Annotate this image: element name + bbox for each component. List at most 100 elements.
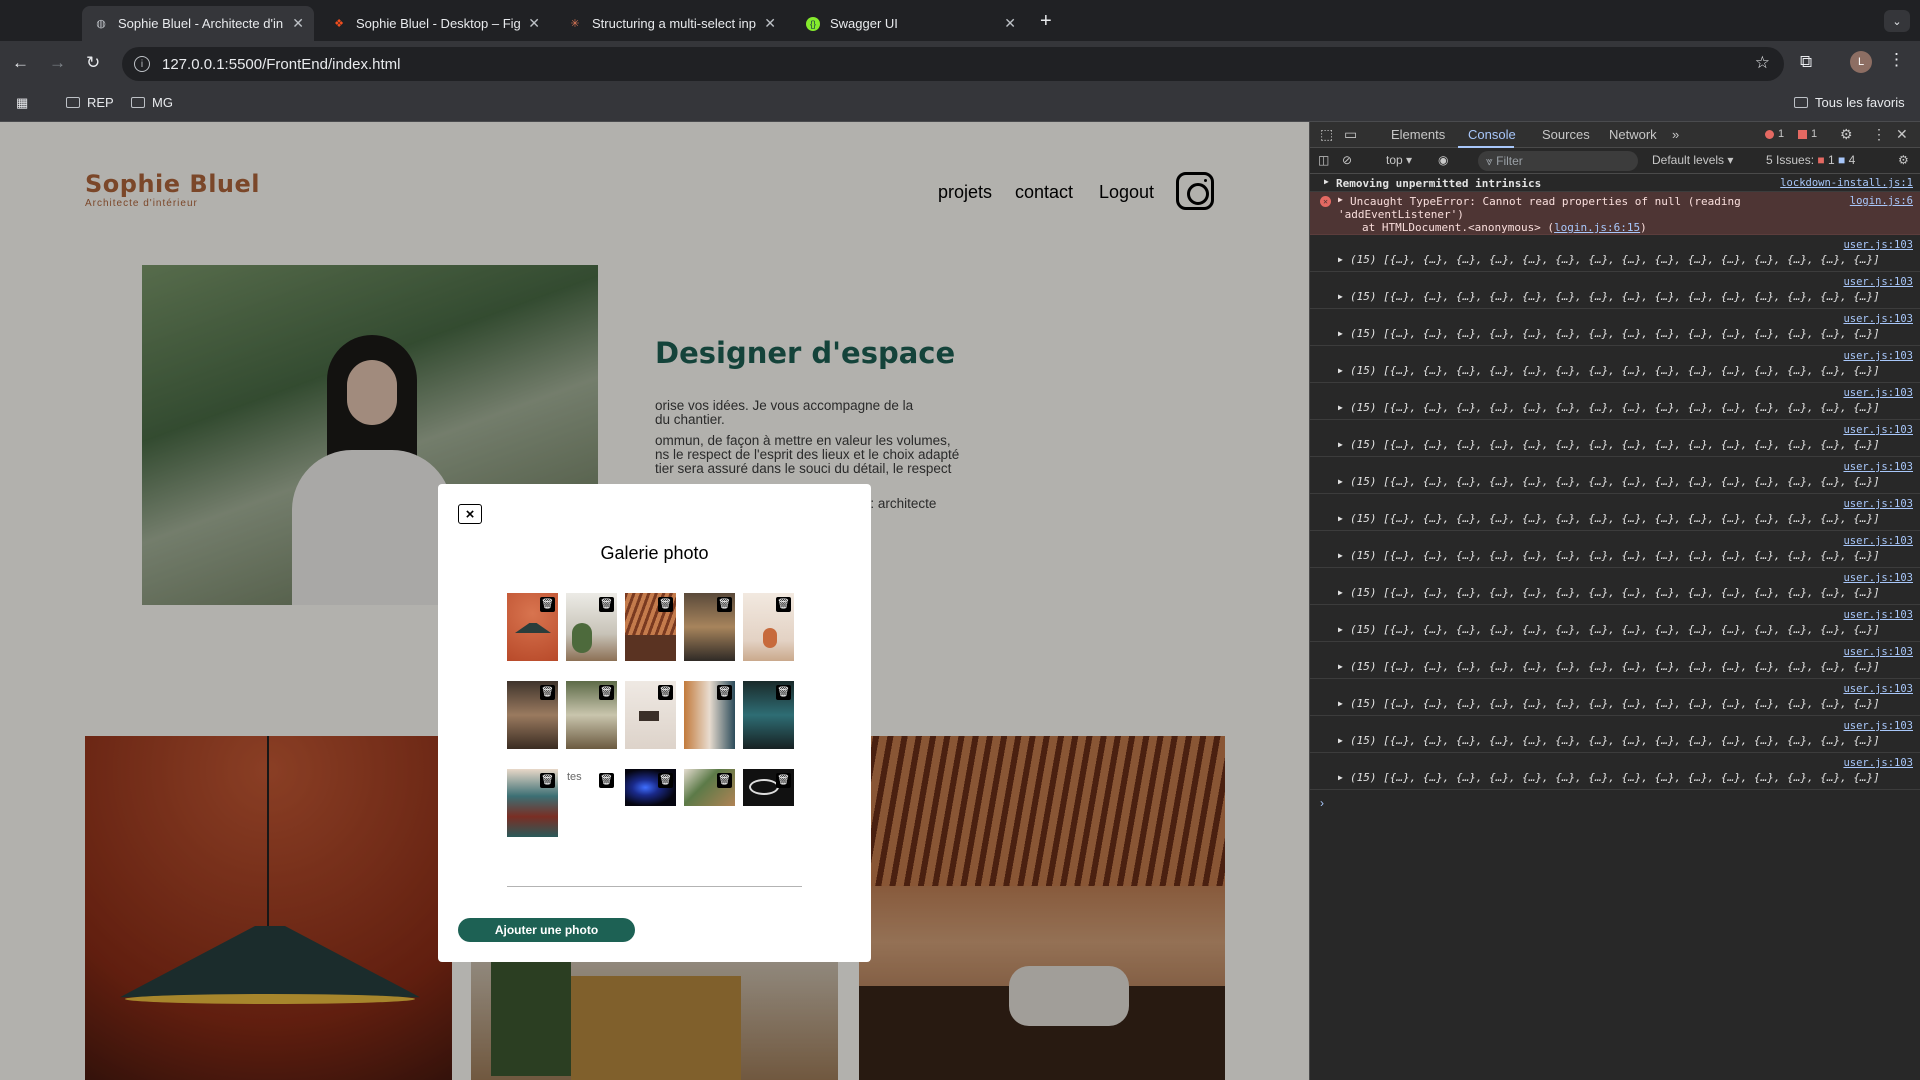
expand-arrow-icon[interactable]: ▶ bbox=[1338, 440, 1343, 449]
trash-icon[interactable]: 🗑 bbox=[540, 685, 555, 700]
console-settings-icon[interactable]: ⚙ bbox=[1898, 153, 1909, 167]
console-log-line[interactable]: user.js:103 ▶ (15) [{…}, {…}, {…}, {…}, {…… bbox=[1310, 309, 1920, 346]
tab-elements[interactable]: Elements bbox=[1391, 127, 1445, 142]
console-log-line[interactable]: user.js:103 ▶ (15) [{…}, {…}, {…}, {…}, {…… bbox=[1310, 642, 1920, 679]
close-tab-icon[interactable]: ✕ bbox=[292, 15, 304, 32]
log-source-link[interactable]: user.js:103 bbox=[1843, 313, 1913, 325]
forward-button[interactable]: → bbox=[49, 53, 66, 73]
console-error-message[interactable]: ✕ ▶ Uncaught TypeError: Cannot read prop… bbox=[1310, 192, 1920, 235]
trash-icon[interactable]: 🗑 bbox=[658, 773, 673, 788]
console-log-line[interactable]: user.js:103 ▶ (15) [{…}, {…}, {…}, {…}, {…… bbox=[1310, 753, 1920, 790]
expand-arrow-icon[interactable]: ▶ bbox=[1338, 514, 1343, 523]
expand-arrow-icon[interactable]: ▶ bbox=[1338, 551, 1343, 560]
log-source-link[interactable]: user.js:103 bbox=[1843, 239, 1913, 251]
expand-arrow-icon[interactable]: ▶ bbox=[1338, 403, 1343, 412]
console-log-line[interactable]: user.js:103 ▶ (15) [{…}, {…}, {…}, {…}, {…… bbox=[1310, 568, 1920, 605]
log-source-link[interactable]: user.js:103 bbox=[1843, 535, 1913, 547]
log-source-link[interactable]: user.js:103 bbox=[1843, 276, 1913, 288]
console-log-line[interactable]: user.js:103 ▶ (15) [{…}, {…}, {…}, {…}, {…… bbox=[1310, 457, 1920, 494]
console-filter-input[interactable]: ⩔ Filter bbox=[1478, 151, 1638, 171]
expand-arrow-icon[interactable]: ▶ bbox=[1338, 662, 1343, 671]
expand-arrow-icon[interactable]: ▶ bbox=[1338, 366, 1343, 375]
trash-icon[interactable]: 🗑 bbox=[540, 597, 555, 612]
close-modal-button[interactable]: × bbox=[458, 504, 482, 524]
close-tab-icon[interactable]: ✕ bbox=[764, 15, 776, 32]
trash-icon[interactable]: 🗑 bbox=[717, 773, 732, 788]
log-source-link[interactable]: user.js:103 bbox=[1843, 350, 1913, 362]
tab-structuring[interactable]: ✳ Structuring a multi-select inp ✕ bbox=[556, 6, 786, 41]
expand-arrow-icon[interactable]: ▶ bbox=[1338, 329, 1343, 338]
tab-sources[interactable]: Sources bbox=[1542, 127, 1590, 142]
log-source-link[interactable]: user.js:103 bbox=[1843, 683, 1913, 695]
browser-menu-icon[interactable]: ⋮ bbox=[1888, 50, 1905, 70]
log-source-link[interactable]: user.js:103 bbox=[1843, 461, 1913, 473]
bookmark-folder-rep[interactable]: REP bbox=[66, 95, 114, 110]
settings-gear-icon[interactable]: ⚙ bbox=[1840, 126, 1853, 143]
error-count-badge[interactable]: 1 bbox=[1765, 128, 1784, 140]
expand-arrow-icon[interactable]: ▶ bbox=[1338, 195, 1343, 204]
all-bookmarks[interactable]: Tous les favoris bbox=[1794, 95, 1905, 110]
address-bar[interactable]: i 127.0.0.1:5500/FrontEnd/index.html ☆ bbox=[122, 47, 1784, 81]
console-log-line[interactable]: user.js:103 ▶ (15) [{…}, {…}, {…}, {…}, {…… bbox=[1310, 716, 1920, 753]
trash-icon[interactable]: 🗑 bbox=[776, 773, 791, 788]
trash-icon[interactable]: 🗑 bbox=[658, 685, 673, 700]
log-source-link[interactable]: user.js:103 bbox=[1843, 757, 1913, 769]
close-tab-icon[interactable]: ✕ bbox=[528, 15, 540, 32]
console-log-line[interactable]: user.js:103 ▶ (15) [{…}, {…}, {…}, {…}, {…… bbox=[1310, 346, 1920, 383]
live-expression-eye-icon[interactable]: ◉ bbox=[1438, 153, 1448, 167]
context-selector[interactable]: top ▾ bbox=[1386, 153, 1412, 167]
warning-count-badge[interactable]: 1 bbox=[1798, 128, 1817, 140]
trash-icon[interactable]: 🗑 bbox=[776, 685, 791, 700]
log-levels-dropdown[interactable]: Default levels ▾ bbox=[1652, 153, 1733, 167]
issues-counter[interactable]: 5 Issues: ■ 1 ■ 4 bbox=[1766, 153, 1855, 167]
console-log-line[interactable]: user.js:103 ▶ (15) [{…}, {…}, {…}, {…}, {…… bbox=[1310, 383, 1920, 420]
expand-arrow-icon[interactable]: ▶ bbox=[1338, 255, 1343, 264]
reload-button[interactable]: ↻ bbox=[86, 53, 100, 73]
log-source-link[interactable]: user.js:103 bbox=[1843, 720, 1913, 732]
trash-icon[interactable]: 🗑 bbox=[776, 597, 791, 612]
expand-arrow-icon[interactable]: ▶ bbox=[1324, 177, 1329, 186]
expand-arrow-icon[interactable]: ▶ bbox=[1338, 625, 1343, 634]
more-tabs-icon[interactable]: » bbox=[1672, 127, 1679, 142]
console-log-line[interactable]: user.js:103 ▶ (15) [{…}, {…}, {…}, {…}, {…… bbox=[1310, 605, 1920, 642]
stack-link[interactable]: login.js:6:15 bbox=[1554, 221, 1640, 234]
console-log-line[interactable]: user.js:103 ▶ (15) [{…}, {…}, {…}, {…}, {…… bbox=[1310, 420, 1920, 457]
log-source-link[interactable]: user.js:103 bbox=[1843, 387, 1913, 399]
console-log-line[interactable]: user.js:103 ▶ (15) [{…}, {…}, {…}, {…}, {…… bbox=[1310, 272, 1920, 309]
trash-icon[interactable]: 🗑 bbox=[599, 597, 614, 612]
expand-arrow-icon[interactable]: ▶ bbox=[1338, 773, 1343, 782]
trash-icon[interactable]: 🗑 bbox=[540, 773, 555, 788]
trash-icon[interactable]: 🗑 bbox=[717, 685, 732, 700]
extensions-icon[interactable]: ⧉ bbox=[1800, 52, 1812, 72]
trash-icon[interactable]: 🗑 bbox=[599, 773, 614, 788]
close-devtools-icon[interactable]: ✕ bbox=[1896, 126, 1908, 143]
tab-console[interactable]: Console bbox=[1468, 127, 1516, 142]
log-source-link[interactable]: user.js:103 bbox=[1843, 424, 1913, 436]
console-log-line[interactable]: user.js:103 ▶ (15) [{…}, {…}, {…}, {…}, {…… bbox=[1310, 494, 1920, 531]
log-source-link[interactable]: user.js:103 bbox=[1843, 572, 1913, 584]
log-source-link[interactable]: user.js:103 bbox=[1843, 646, 1913, 658]
console-log-line[interactable]: user.js:103 ▶ (15) [{…}, {…}, {…}, {…}, {…… bbox=[1310, 235, 1920, 272]
tab-figma[interactable]: ❖ Sophie Bluel - Desktop – Figm ✕ bbox=[320, 6, 550, 41]
bookmark-folder-mg[interactable]: MG bbox=[131, 95, 173, 110]
expand-arrow-icon[interactable]: ▶ bbox=[1338, 292, 1343, 301]
trash-icon[interactable]: 🗑 bbox=[658, 597, 673, 612]
tab-swagger[interactable]: {} Swagger UI ✕ bbox=[794, 6, 1026, 41]
apps-grid-icon[interactable]: ▦ bbox=[16, 95, 28, 111]
tab-sophie-bluel[interactable]: ◍ Sophie Bluel - Architecte d'in ✕ bbox=[82, 6, 314, 41]
console-prompt[interactable]: › bbox=[1310, 790, 1920, 814]
tab-search-button[interactable]: ⌄ bbox=[1884, 10, 1910, 32]
tab-network[interactable]: Network bbox=[1609, 127, 1657, 142]
console-log-line[interactable]: user.js:103 ▶ (15) [{…}, {…}, {…}, {…}, {…… bbox=[1310, 531, 1920, 568]
trash-icon[interactable]: 🗑 bbox=[599, 685, 614, 700]
expand-arrow-icon[interactable]: ▶ bbox=[1338, 736, 1343, 745]
inspect-element-icon[interactable]: ⬚ bbox=[1320, 126, 1333, 143]
device-toolbar-icon[interactable]: ▭ bbox=[1344, 126, 1357, 143]
sidebar-toggle-icon[interactable]: ◫ bbox=[1318, 153, 1329, 167]
trash-icon[interactable]: 🗑 bbox=[717, 597, 732, 612]
log-source-link[interactable]: user.js:103 bbox=[1843, 609, 1913, 621]
expand-arrow-icon[interactable]: ▶ bbox=[1338, 699, 1343, 708]
close-tab-icon[interactable]: ✕ bbox=[1004, 15, 1016, 32]
back-button[interactable]: ← bbox=[12, 53, 29, 73]
expand-arrow-icon[interactable]: ▶ bbox=[1338, 477, 1343, 486]
